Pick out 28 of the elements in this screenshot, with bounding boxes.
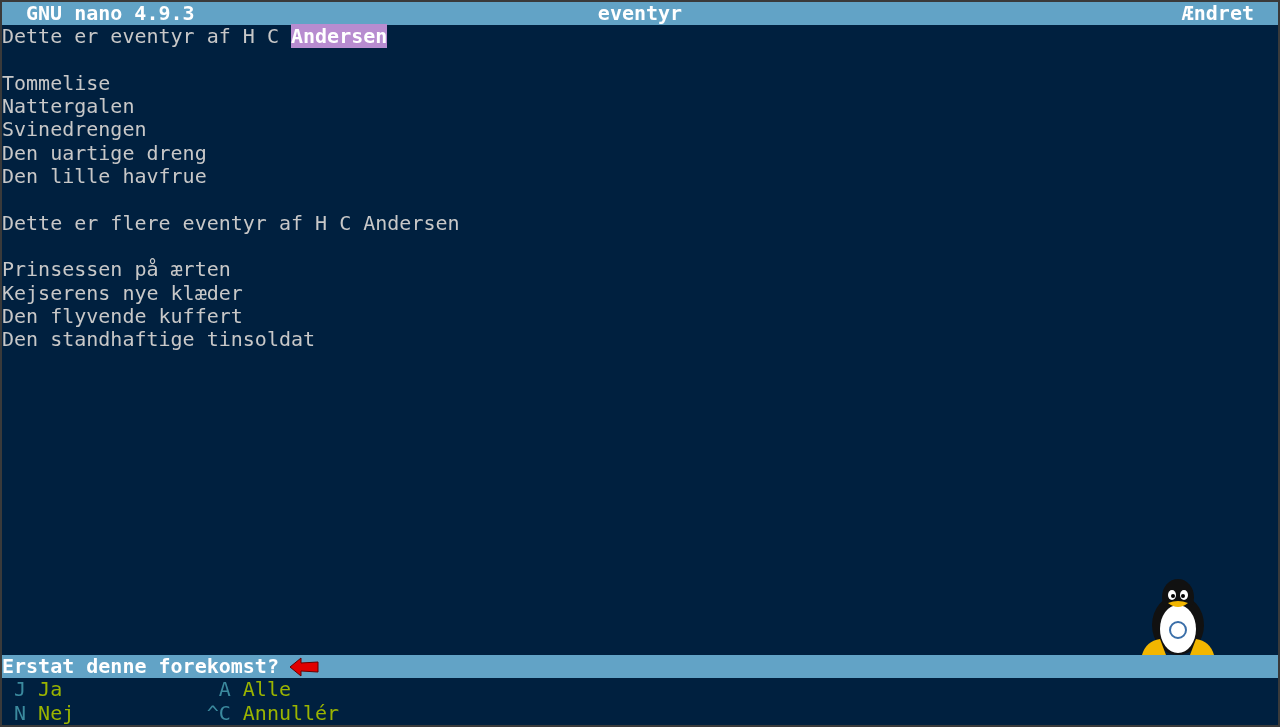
shortcut[interactable]: A Alle [206, 678, 412, 702]
shortcut-key: ^C [206, 701, 231, 725]
shortcut-key: N [2, 701, 27, 725]
text-line: Prinsessen på ærten [2, 258, 232, 282]
shortcut-label: Nej [38, 701, 75, 725]
shortcut-label: Ja [38, 678, 63, 702]
shortcut-key: J [2, 678, 27, 702]
text-line: Den standhaftige tinsoldat [2, 328, 317, 352]
arrow-icon [288, 656, 319, 677]
shortcut-label: Annullér [242, 701, 340, 725]
text-line: Svinedrengen [2, 118, 148, 142]
text-line: Nattergalen [2, 95, 136, 119]
text-line: Dette er flere eventyr af H C Andersen [2, 211, 461, 235]
text-line: Kejserens nye klæder [2, 281, 244, 305]
shortcut-key: A [206, 678, 231, 702]
text-line: Den lille havfrue [2, 165, 208, 189]
file-name: eventyr [597, 2, 683, 26]
prompt-text: Erstat denne forekomst? [2, 655, 279, 679]
text-line: Den flyvende kuffert [2, 304, 244, 329]
text-line: Dette er eventyr af H C Andersen [2, 25, 389, 49]
shortcut[interactable]: J Ja [2, 678, 207, 702]
text-line: Den uartige dreng [2, 141, 208, 166]
app-version: GNU nano 4.9.3 [26, 2, 195, 26]
shortcut[interactable]: N Nej [2, 701, 207, 725]
shortcut[interactable]: ^C Annullér [206, 701, 412, 725]
text-line: Tommelise [2, 71, 112, 96]
shortcut-label: Alle [242, 678, 291, 702]
modified-status: Ændret [1181, 2, 1254, 26]
